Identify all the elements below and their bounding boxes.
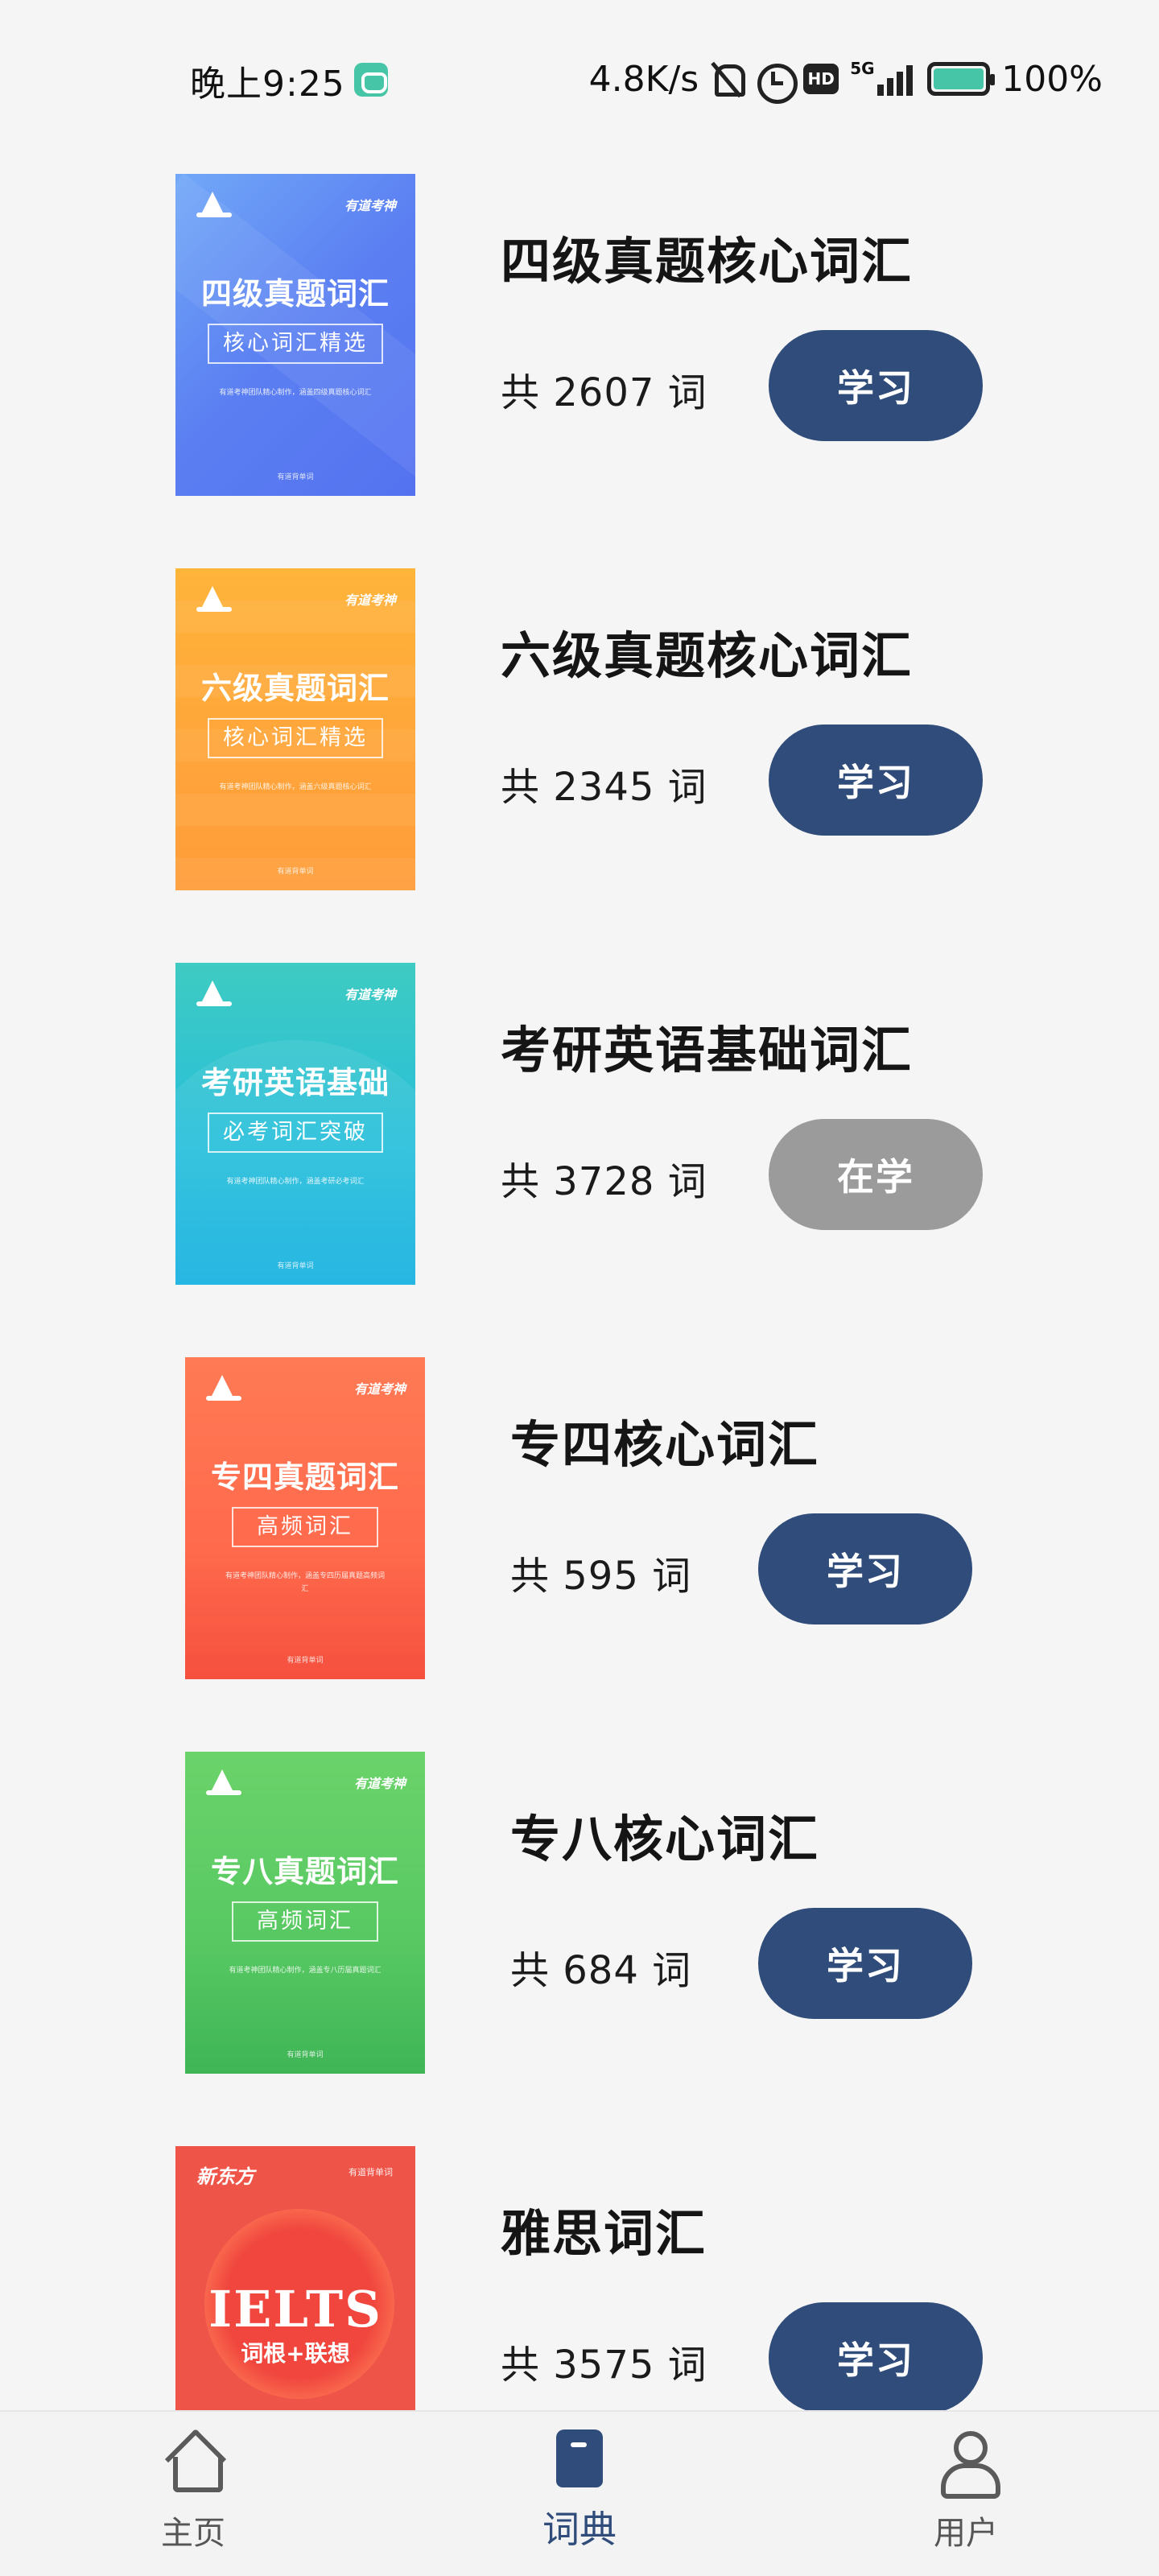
- word-count: 共 3575 词: [501, 2343, 707, 2388]
- study-button[interactable]: 学习: [769, 330, 983, 441]
- cover-title: 六级真题词汇: [200, 670, 390, 706]
- study-button[interactable]: 学习: [758, 1908, 972, 2019]
- book-cover[interactable]: 有道考神 考研英语基础 必考词汇突破 有道考神团队精心制作，涵盖考研必考词汇 有…: [175, 963, 415, 1285]
- book-cover[interactable]: 有道考神 六级真题词汇 核心词汇精选 有道考神团队精心制作，涵盖六级真题核心词汇…: [175, 568, 415, 890]
- cover-description: 有道考神团队精心制作，涵盖专四历届真题高频词汇: [225, 1572, 386, 1593]
- list-item[interactable]: 有道考神 专八真题词汇 高频词汇 有道考神团队精心制作，涵盖专八历届真题词汇 有…: [0, 1752, 1159, 2074]
- cover-description: 有道考神团队精心制作，涵盖专八历届真题词汇: [229, 1967, 382, 1975]
- battery-percent: 100%: [1001, 58, 1103, 100]
- studying-button[interactable]: 在学: [769, 1119, 983, 1230]
- cover-title: 专八真题词汇: [210, 1853, 399, 1889]
- cover-footer: 有道背单词: [277, 1262, 314, 1270]
- cover-brand: 新东方: [196, 2165, 254, 2188]
- signal-icon: 5G: [850, 59, 916, 97]
- cover-subtitle: 词根+联想: [241, 2340, 350, 2367]
- hd-icon: HD: [803, 64, 839, 94]
- publisher-logo-icon: [206, 1375, 243, 1401]
- word-count: 共 2607 词: [501, 370, 707, 415]
- cover-subtitle: 必考词汇突破: [208, 1113, 383, 1153]
- signal-label: 5G: [850, 59, 875, 78]
- nav-home[interactable]: 主页: [72, 2412, 314, 2576]
- nav-label: 用户: [934, 2515, 998, 2552]
- home-icon: [165, 2434, 223, 2492]
- cover-brand: 有道考神: [353, 1381, 406, 1397]
- list-item[interactable]: 有道考神 考研英语基础 必考词汇突破 有道考神团队精心制作，涵盖考研必考词汇 有…: [0, 963, 1159, 1285]
- nav-user[interactable]: 用户: [845, 2412, 1087, 2576]
- list-item[interactable]: 有道考神 四级真题词汇 核心词汇精选 有道考神团队精心制作，涵盖四级真题核心词汇…: [0, 174, 1159, 496]
- mute-icon: [710, 61, 746, 97]
- cover-title: IELTS: [208, 2280, 382, 2339]
- battery-icon: [927, 62, 996, 96]
- word-count: 共 2345 词: [501, 765, 707, 810]
- publisher-logo-icon: [206, 1769, 243, 1795]
- book-cover[interactable]: 有道考神 四级真题词汇 核心词汇精选 有道考神团队精心制作，涵盖四级真题核心词汇…: [175, 174, 415, 496]
- cover-footer: 有道背单词: [277, 473, 314, 481]
- network-speed: 4.8K/s: [588, 58, 699, 100]
- cover-description: 有道考神团队精心制作，涵盖考研必考词汇: [226, 1178, 365, 1186]
- cover-title: 专四真题词汇: [210, 1459, 399, 1495]
- alarm-icon: [755, 60, 798, 104]
- nav-label: 词典: [542, 2508, 617, 2551]
- cover-title: 考研英语基础: [200, 1064, 390, 1100]
- cover-title: 四级真题词汇: [200, 275, 390, 312]
- cover-brand: 有道考神: [344, 987, 396, 1002]
- study-button[interactable]: 学习: [769, 2302, 983, 2413]
- book-title: 专八核心词汇: [510, 1810, 820, 1868]
- study-button[interactable]: 学习: [769, 724, 983, 836]
- word-count: 共 595 词: [510, 1554, 692, 1599]
- study-button[interactable]: 学习: [758, 1513, 972, 1624]
- cover-subtitle: 核心词汇精选: [208, 718, 383, 758]
- cover-brand: 有道考神: [344, 198, 396, 213]
- cover-subtitle: 高频词汇: [232, 1507, 378, 1547]
- cover-brand: 有道考神: [353, 1776, 406, 1791]
- publisher-logo-icon: [196, 586, 233, 612]
- list-item[interactable]: 有道考神 六级真题词汇 核心词汇精选 有道考神团队精心制作，涵盖六级真题核心词汇…: [0, 568, 1159, 890]
- cover-brand: 有道考神: [344, 592, 396, 608]
- word-count: 共 3728 词: [501, 1159, 707, 1204]
- bottom-nav: 主页 词典 用户: [0, 2410, 1159, 2576]
- book-title: 考研英语基础词汇: [501, 1021, 914, 1080]
- cover-subtitle: 核心词汇精选: [208, 324, 383, 364]
- book-title: 雅思词汇: [501, 2204, 707, 2263]
- list-item[interactable]: 有道考神 专四真题词汇 高频词汇 有道考神团队精心制作，涵盖专四历届真题高频词汇…: [0, 1357, 1159, 1679]
- book-cover[interactable]: 有道考神 专八真题词汇 高频词汇 有道考神团队精心制作，涵盖专八历届真题词汇 有…: [185, 1752, 425, 2074]
- cover-subtitle: 高频词汇: [232, 1901, 378, 1942]
- book-cover[interactable]: 有道考神 专四真题词汇 高频词汇 有道考神团队精心制作，涵盖专四历届真题高频词汇…: [185, 1357, 425, 1679]
- book-title: 四级真题核心词汇: [501, 232, 914, 291]
- nav-dictionary[interactable]: 词典: [459, 2412, 700, 2576]
- cover-footer: 有道背单词: [287, 2051, 324, 2059]
- cover-description: 有道考神团队精心制作，涵盖六级真题核心词汇: [219, 783, 372, 791]
- app-notification-icon: [354, 63, 388, 97]
- publisher-logo-icon: [196, 980, 233, 1006]
- user-icon: [938, 2431, 1000, 2499]
- book-title: 六级真题核心词汇: [501, 626, 914, 685]
- cover-footer: 有道背单词: [277, 868, 314, 876]
- status-time: 晚上9:25: [190, 64, 345, 105]
- screen: 晚上9:25 4.8K/s HD 5G 100% 有道考神 四级真题词汇 核心词…: [0, 0, 1159, 2576]
- status-bar: 晚上9:25 4.8K/s HD 5G 100%: [0, 0, 1159, 161]
- dictionary-icon: [556, 2429, 603, 2487]
- cover-tag: 有道背单词: [349, 2167, 393, 2178]
- cover-description: 有道考神团队精心制作，涵盖四级真题核心词汇: [219, 389, 372, 397]
- word-count: 共 684 词: [510, 1948, 692, 1993]
- book-title: 专四核心词汇: [510, 1415, 820, 1474]
- status-indicators: 4.8K/s HD 5G 100%: [588, 55, 1103, 104]
- nav-label: 主页: [161, 2515, 225, 2552]
- publisher-logo-icon: [196, 192, 233, 217]
- cover-footer: 有道背单词: [287, 1657, 324, 1665]
